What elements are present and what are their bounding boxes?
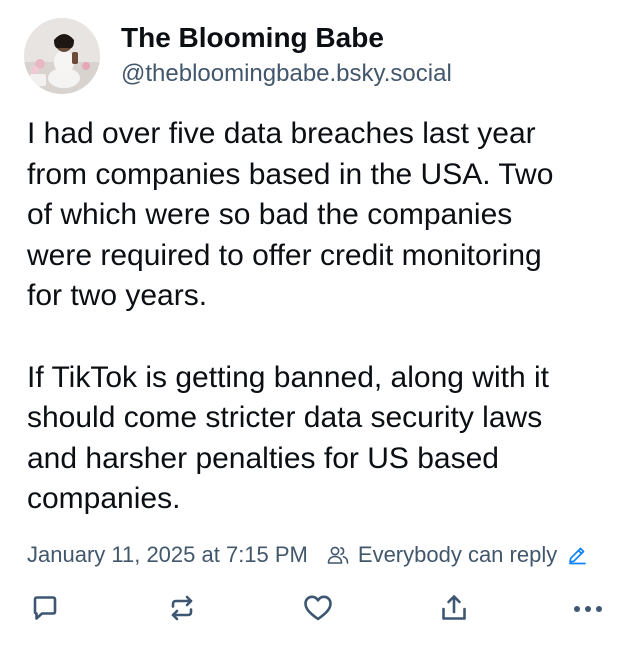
heart-icon	[302, 593, 334, 628]
repost-button[interactable]	[162, 590, 202, 630]
post-text-line: of which were so bad the companies	[27, 198, 513, 232]
post: The Blooming Babe @thebloomingbabe.bsky.…	[0, 0, 640, 649]
repost-icon	[167, 593, 197, 628]
more-icon	[572, 601, 604, 619]
post-text-line: and harsher penalties for US based	[27, 441, 499, 475]
like-button[interactable]	[298, 590, 338, 630]
post-text-line: I had over five data breaches last year	[27, 117, 536, 150]
post-text-line: If TikTok is getting banned, along with …	[27, 360, 549, 394]
pencil-icon[interactable]	[567, 545, 587, 565]
post-text: I had over five data breaches last year …	[27, 114, 627, 520]
author-block: The Blooming Babe @thebloomingbabe.bsky.…	[121, 20, 452, 90]
post-paragraph: I had over five data breaches last year …	[27, 114, 627, 317]
post-paragraph: If TikTok is getting banned, along with …	[27, 358, 627, 520]
post-text-line: companies.	[27, 482, 181, 516]
post-text-line: for two years.	[27, 279, 208, 313]
more-options-button[interactable]	[568, 590, 608, 630]
share-button[interactable]	[434, 590, 474, 630]
avatar-image	[24, 18, 100, 94]
post-timestamp[interactable]: January 11, 2025 at 7:15 PM	[27, 540, 308, 570]
post-text-line: from companies based in the USA. Two	[27, 157, 554, 191]
share-icon	[439, 593, 469, 628]
reply-button[interactable]	[25, 590, 65, 630]
avatar[interactable]	[24, 18, 100, 94]
people-icon	[326, 543, 350, 567]
author-handle[interactable]: @thebloomingbabe.bsky.social	[121, 58, 452, 90]
post-action-bar	[0, 590, 640, 630]
post-text-line: should come stricter data security laws	[27, 401, 543, 435]
reply-icon	[30, 593, 60, 628]
post-text-line: were required to offer credit monitoring	[27, 238, 542, 272]
post-meta: January 11, 2025 at 7:15 PM Everybody ca…	[27, 540, 587, 570]
reply-setting-label: Everybody can reply	[357, 542, 558, 567]
author-display-name[interactable]: The Blooming Babe	[121, 20, 452, 56]
